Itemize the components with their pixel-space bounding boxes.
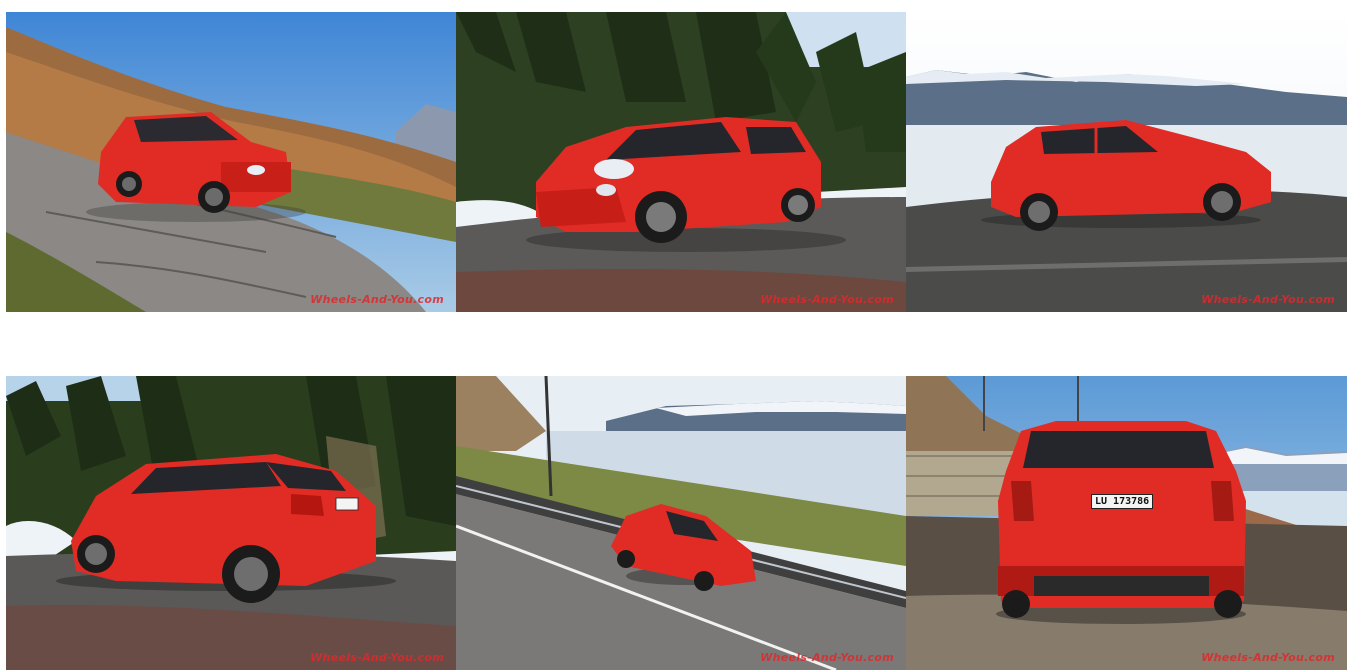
gallery-image-3[interactable]: Wheels-And-You.com — [906, 12, 1347, 312]
watermark: Wheels-And-You.com — [760, 293, 894, 306]
gallery-image-2[interactable]: Wheels-And-You.com — [456, 12, 906, 312]
watermark: Wheels-And-You.com — [310, 651, 444, 664]
watermark: Wheels-And-You.com — [1201, 651, 1335, 664]
license-plate: LU 173786 — [1091, 494, 1154, 509]
photo-red-car-pine-forest — [456, 12, 906, 312]
photo-red-car-aerial-lakeside — [456, 376, 906, 670]
watermark: Wheels-And-You.com — [760, 651, 894, 664]
gallery-image-6[interactable]: LU 173786 Wheels-And-You.com — [906, 376, 1347, 670]
gallery-image-4[interactable]: Wheels-And-You.com — [6, 376, 456, 670]
photo-red-car-rear-view — [906, 376, 1347, 670]
watermark: Wheels-And-You.com — [310, 293, 444, 306]
photo-red-car-rear-forest — [6, 376, 456, 670]
gallery-image-5[interactable]: Wheels-And-You.com — [456, 376, 906, 670]
gallery-image-1[interactable]: Wheels-And-You.com — [6, 12, 456, 312]
watermark: Wheels-And-You.com — [1201, 293, 1335, 306]
photo-red-car-lake-view — [906, 12, 1347, 312]
photo-red-car-hillside-road — [6, 12, 456, 312]
